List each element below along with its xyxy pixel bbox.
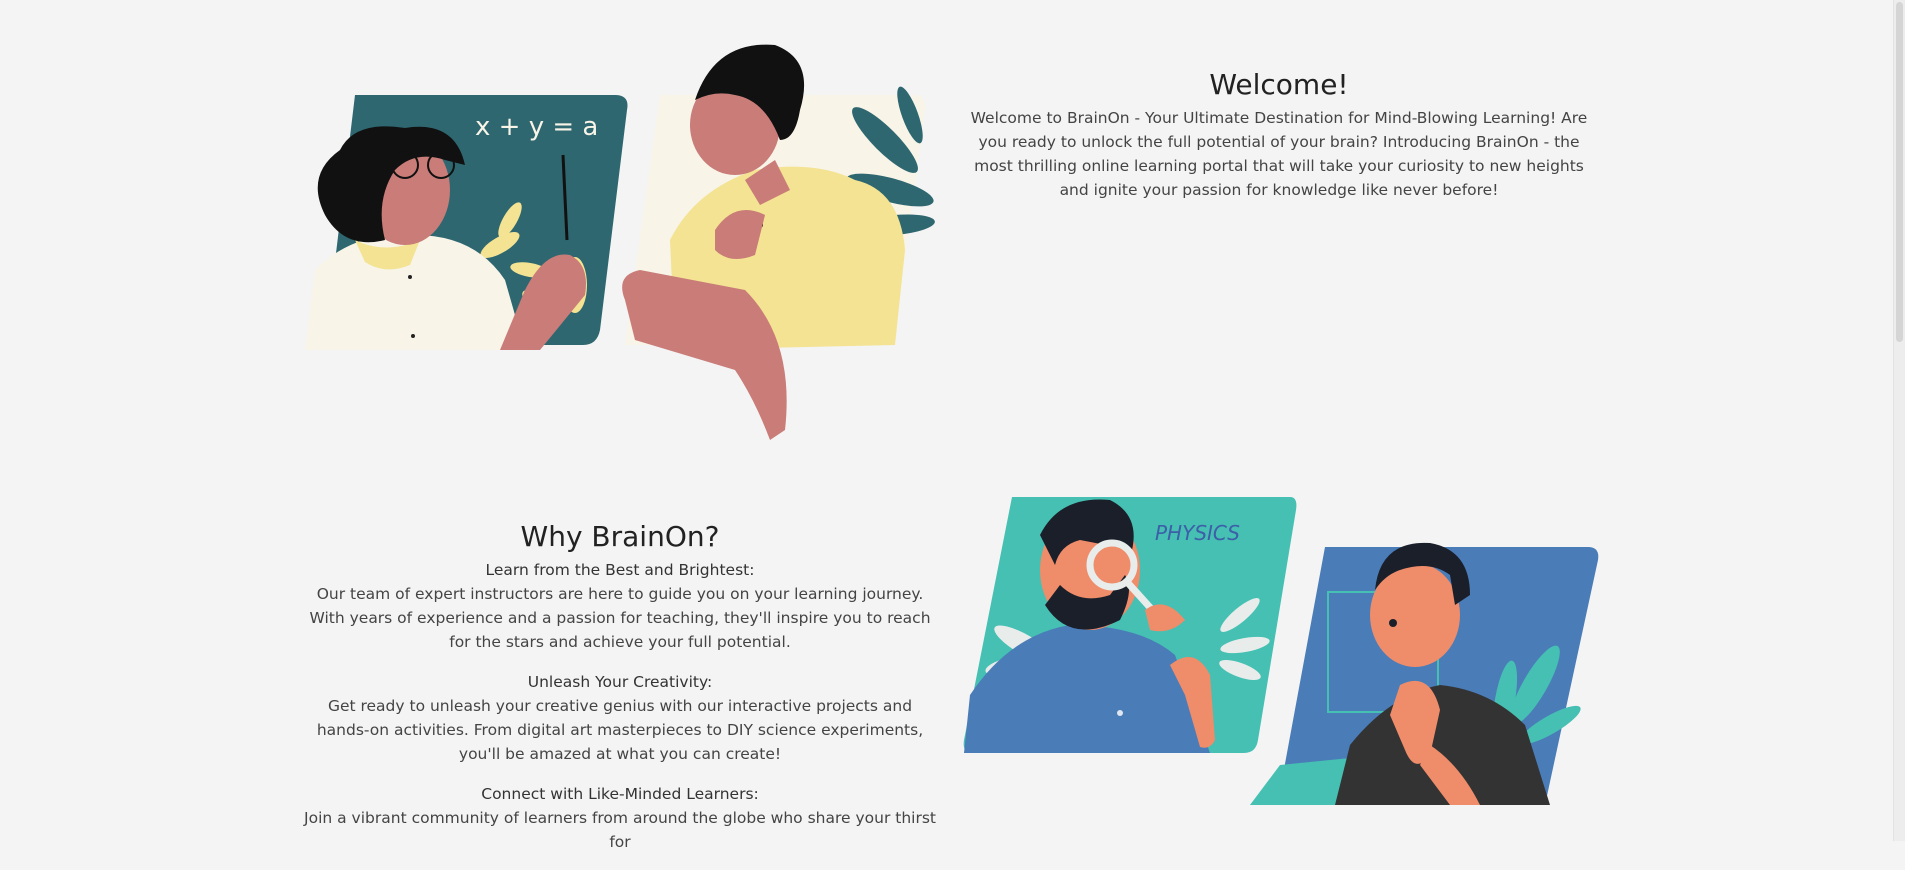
feature-body: Our team of expert instructors are here …	[309, 585, 931, 651]
feature-body: Get ready to unleash your creative geniu…	[316, 697, 924, 763]
feature-heading: Unleash Your Creativity:	[527, 673, 713, 691]
physics-illustration: PHYSICS	[963, 497, 1599, 805]
scrollbar-thumb[interactable]	[1896, 2, 1903, 342]
welcome-title: Welcome!	[1209, 68, 1349, 101]
scrollbar[interactable]	[1893, 0, 1905, 841]
teaching-illustration: x + y = a	[305, 44, 935, 440]
welcome-section: Welcome! Welcome to BrainOn - Your Ultim…	[964, 68, 1594, 202]
why-section: Why BrainOn? Learn from the Best and Bri…	[300, 520, 940, 870]
why-title: Why BrainOn?	[520, 520, 720, 553]
equation-text: x + y = a	[475, 112, 598, 142]
feature-item: Connect with Like-Minded Learners: Join …	[300, 782, 940, 854]
physics-label: PHYSICS	[1155, 521, 1240, 545]
welcome-body: Welcome to BrainOn - Your Ultimate Desti…	[970, 109, 1588, 199]
feature-heading: Learn from the Best and Brightest:	[485, 561, 755, 579]
feature-item: Learn from the Best and Brightest: Our t…	[300, 558, 940, 654]
feature-heading: Connect with Like-Minded Learners:	[481, 785, 759, 803]
feature-body: Join a vibrant community of learners fro…	[304, 809, 936, 851]
feature-item: Unleash Your Creativity: Get ready to un…	[300, 670, 940, 766]
